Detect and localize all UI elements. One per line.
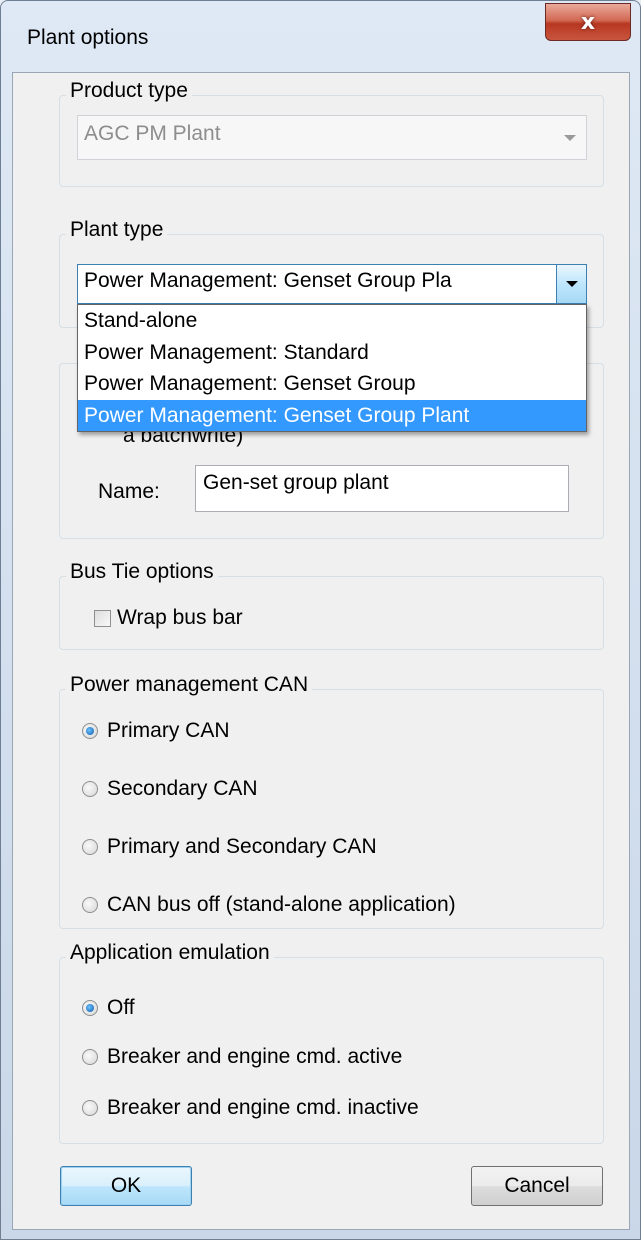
secondary-can-label[interactable]: Secondary CAN — [107, 777, 258, 801]
primary-secondary-can-label[interactable]: Primary and Secondary CAN — [107, 835, 377, 859]
plant-type-option[interactable]: Power Management: Genset Group — [78, 368, 586, 400]
ok-button[interactable]: OK — [60, 1166, 192, 1206]
dialog-title: Plant options — [27, 26, 149, 49]
product-type-value: AGC PM Plant — [84, 122, 221, 145]
radio-secondary-can[interactable] — [82, 781, 98, 797]
plant-type-legend: Plant type — [66, 218, 168, 242]
radio-breaker-engine-inactive[interactable] — [82, 1100, 98, 1116]
chevron-down-icon — [564, 135, 576, 141]
title-bar[interactable]: Plant options x — [1, 1, 640, 73]
wrap-bus-bar-label[interactable]: Wrap bus bar — [117, 606, 243, 630]
plant-name-value: Gen-set group plant — [203, 471, 389, 494]
cancel-button-label: Cancel — [504, 1174, 570, 1197]
bus-tie-legend: Bus Tie options — [66, 560, 218, 584]
close-button[interactable]: x — [545, 3, 631, 41]
can-bus-off-label[interactable]: CAN bus off (stand-alone application) — [107, 893, 456, 917]
plant-type-select[interactable]: Power Management: Genset Group Pla — [77, 264, 587, 304]
ok-button-label: OK — [110, 1174, 142, 1197]
breaker-engine-inactive-label[interactable]: Breaker and engine cmd. inactive — [107, 1096, 419, 1120]
plant-name-input[interactable]: Gen-set group plant — [195, 465, 569, 512]
product-type-legend: Product type — [66, 79, 192, 103]
wrap-bus-bar-checkbox[interactable] — [94, 610, 111, 627]
plant-type-dropdown-button[interactable] — [556, 265, 586, 303]
plant-type-option-selected[interactable]: Power Management: Genset Group Plant — [78, 399, 586, 431]
radio-emulation-off[interactable] — [82, 1000, 98, 1016]
plant-type-option[interactable]: Stand-alone — [78, 305, 586, 337]
radio-can-bus-off[interactable] — [82, 897, 98, 913]
emulation-off-label[interactable]: Off — [107, 996, 135, 1020]
cancel-button[interactable]: Cancel — [471, 1166, 603, 1206]
pm-can-legend: Power management CAN — [66, 673, 313, 697]
product-type-select: AGC PM Plant — [77, 115, 587, 160]
radio-primary-secondary-can[interactable] — [82, 839, 98, 855]
plant-type-option[interactable]: Power Management: Standard — [78, 337, 586, 369]
radio-primary-can[interactable] — [82, 723, 98, 739]
breaker-engine-active-label[interactable]: Breaker and engine cmd. active — [107, 1045, 402, 1069]
chevron-down-icon — [565, 281, 578, 287]
primary-can-label[interactable]: Primary CAN — [107, 719, 230, 743]
close-icon: x — [580, 9, 596, 35]
plant-type-dropdown-list: Stand-alone Power Management: Standard P… — [77, 304, 587, 432]
radio-breaker-engine-active[interactable] — [82, 1049, 98, 1065]
plant-type-value: Power Management: Genset Group Pla — [84, 269, 452, 292]
emulation-legend: Application emulation — [66, 941, 274, 965]
name-label: Name: — [98, 480, 160, 503]
